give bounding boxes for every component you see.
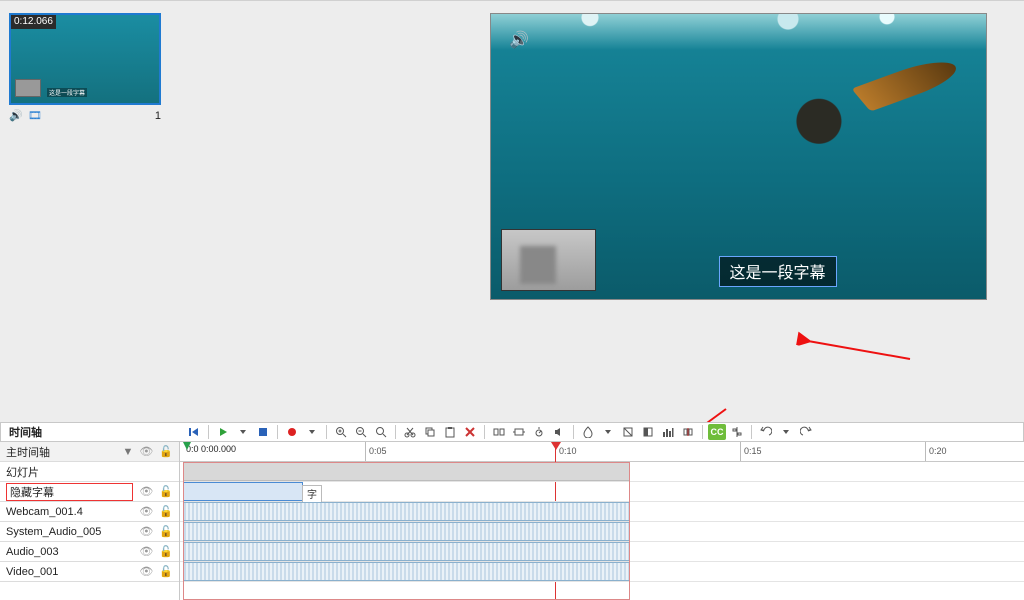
visibility-icon[interactable]: 👁 — [139, 525, 153, 538]
track-header-column: 主时间轴 ▼ 👁 🔓 幻灯片 隐藏字幕 👁 🔓 Webcam_001.4 👁 🔓… — [0, 442, 180, 600]
play-dropdown[interactable] — [234, 424, 252, 440]
volume-button[interactable] — [550, 424, 568, 440]
speaker-icon: 🔊 — [509, 30, 529, 50]
subtitle-clip[interactable]: 字幕 — [183, 482, 303, 501]
chevron-down-icon[interactable]: ▼ — [122, 446, 133, 458]
split-button[interactable] — [490, 424, 508, 440]
panel-title: 时间轴 — [1, 424, 181, 440]
track-row-video[interactable] — [180, 562, 1024, 582]
visibility-icon[interactable]: 👁 — [139, 485, 153, 498]
webcam-clip[interactable] — [183, 502, 630, 521]
go-start-button[interactable] — [185, 424, 203, 440]
annotation-arrow-caption — [800, 337, 930, 367]
align-button[interactable] — [728, 424, 746, 440]
copy-button[interactable] — [421, 424, 439, 440]
delete-button[interactable] — [461, 424, 479, 440]
zoom-fit-button[interactable] — [372, 424, 390, 440]
redo-button[interactable] — [797, 424, 815, 440]
ruler-tick: 0:20 — [925, 442, 947, 461]
trim-button[interactable] — [510, 424, 528, 440]
track-area[interactable]: 字幕 — [180, 462, 1024, 600]
contrast-button[interactable] — [639, 424, 657, 440]
slide-timestamp: 0:12.066 — [11, 15, 56, 29]
track-header[interactable]: Webcam_001.4 👁 🔓 — [0, 502, 179, 522]
slide-index: 1 — [155, 110, 161, 122]
preview-canvas[interactable]: 🔊 这是一段字幕 — [490, 13, 987, 300]
undo-button[interactable] — [757, 424, 775, 440]
slide-thumbnail[interactable]: 0:12.066 这是一段字幕 — [9, 13, 161, 105]
panel-header: 时间轴 — [0, 422, 1024, 442]
closed-caption-button[interactable]: CC — [708, 424, 726, 440]
visibility-icon[interactable]: 👁 — [139, 505, 153, 518]
track-row-sysaudio[interactable] — [180, 522, 1024, 542]
track-row-webcam[interactable] — [180, 502, 1024, 522]
audio-clip[interactable] — [183, 542, 630, 561]
track-row-audio[interactable] — [180, 542, 1024, 562]
master-track-header[interactable]: 主时间轴 ▼ 👁 🔓 — [0, 442, 179, 462]
insert-button[interactable] — [679, 424, 697, 440]
opacity-dropdown[interactable] — [599, 424, 617, 440]
lock-icon[interactable]: 🔓 — [159, 565, 173, 578]
video-clip[interactable] — [183, 562, 630, 581]
track-header[interactable]: 幻灯片 — [0, 462, 179, 482]
track-row-subtitle[interactable]: 字幕 — [180, 482, 1024, 502]
track-header-subtitle[interactable]: 隐藏字幕 👁 🔓 — [0, 482, 179, 502]
opacity-button[interactable] — [579, 424, 597, 440]
record-button[interactable] — [283, 424, 301, 440]
workspace: 0:12.066 这是一段字幕 🔊 🎞 1 🔊 这是一段字幕 — [0, 0, 1024, 422]
lock-icon[interactable]: 🔓 — [159, 525, 173, 538]
brightness-button[interactable] — [619, 424, 637, 440]
webcam-mini-thumb — [15, 79, 41, 97]
lock-icon[interactable]: 🔓 — [159, 545, 173, 558]
film-icon: 🎞 — [28, 110, 42, 122]
time-ruler[interactable]: 0:0 0:00.000 0:05 0:10 0:15 0:20 — [180, 442, 1024, 462]
paste-button[interactable] — [441, 424, 459, 440]
track-header[interactable]: System_Audio_005 👁 🔓 — [0, 522, 179, 542]
record-dropdown[interactable] — [303, 424, 321, 440]
visibility-icon[interactable]: 👁 — [139, 545, 153, 558]
preview-caption[interactable]: 这是一段字幕 — [719, 256, 837, 287]
zoom-in-button[interactable] — [332, 424, 350, 440]
zoom-out-button[interactable] — [352, 424, 370, 440]
slide-thumb-caption: 这是一段字幕 — [47, 88, 87, 97]
timeline-panel: 时间轴 — [0, 422, 1024, 600]
current-time: 0:0 0:00.000 — [186, 444, 236, 454]
cut-button[interactable] — [401, 424, 419, 440]
ruler-tick: 0:15 — [740, 442, 762, 461]
play-button[interactable] — [214, 424, 232, 440]
slide-clip[interactable] — [183, 462, 630, 481]
track-header[interactable]: Video_001 👁 🔓 — [0, 562, 179, 582]
visibility-icon[interactable]: 👁 — [139, 445, 153, 458]
lock-icon[interactable]: 🔓 — [159, 445, 173, 458]
undo-dropdown[interactable] — [777, 424, 795, 440]
audio-icon: 🔊 — [9, 110, 23, 122]
track-row-slides[interactable] — [180, 462, 1024, 482]
diver-shape — [771, 67, 922, 161]
ruler-tick: 0:05 — [365, 442, 387, 461]
speed-button[interactable] — [530, 424, 548, 440]
equalizer-button[interactable] — [659, 424, 677, 440]
webcam-overlay[interactable] — [501, 229, 596, 291]
lock-icon[interactable]: 🔓 — [159, 485, 173, 498]
sysaudio-clip[interactable] — [183, 522, 630, 541]
water-surface — [491, 14, 986, 50]
visibility-icon[interactable]: 👁 — [139, 565, 153, 578]
timeline-toolbar: CC — [181, 424, 1023, 440]
slide-meta: 🔊 🎞 1 — [9, 109, 161, 122]
track-header[interactable]: Audio_003 👁 🔓 — [0, 542, 179, 562]
stop-button[interactable] — [254, 424, 272, 440]
lock-icon[interactable]: 🔓 — [159, 505, 173, 518]
